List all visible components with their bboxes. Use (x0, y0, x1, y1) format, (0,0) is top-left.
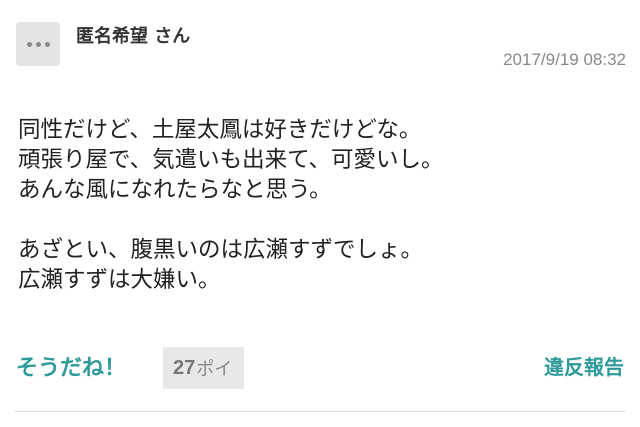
comment-line: 同性だけど、土屋太鳳は好きだけどな。 (18, 117, 422, 143)
comment-author: 匿名希望 さん (76, 26, 191, 47)
comment-line: 頑張り屋で、気遣いも出来て、可愛いし。 (18, 147, 444, 173)
vote-unit: ポイ (196, 359, 233, 380)
comment-body: 同性だけど、土屋太鳳は好きだけどな。 頑張り屋で、気遣いも出来て、可愛いし。 あ… (18, 115, 628, 295)
more-dots-icon (26, 41, 50, 47)
report-link[interactable]: 違反報告 (544, 351, 624, 380)
comment-line: あざとい、腹黒いのは広瀬すずでしょ。 (18, 237, 424, 263)
comment-timestamp: 2017/9/19 08:32 (503, 50, 626, 69)
comment-line: 広瀬すずは大嫌い。 (18, 267, 221, 293)
agree-button[interactable]: そうだね！ (16, 350, 126, 382)
vote-count: 27 (173, 356, 196, 379)
divider (14, 411, 626, 412)
avatar (16, 22, 60, 66)
vote-badge[interactable]: 27 ポイ (163, 347, 245, 389)
comment-line: あんな風になれたらなと思う。 (18, 177, 332, 203)
